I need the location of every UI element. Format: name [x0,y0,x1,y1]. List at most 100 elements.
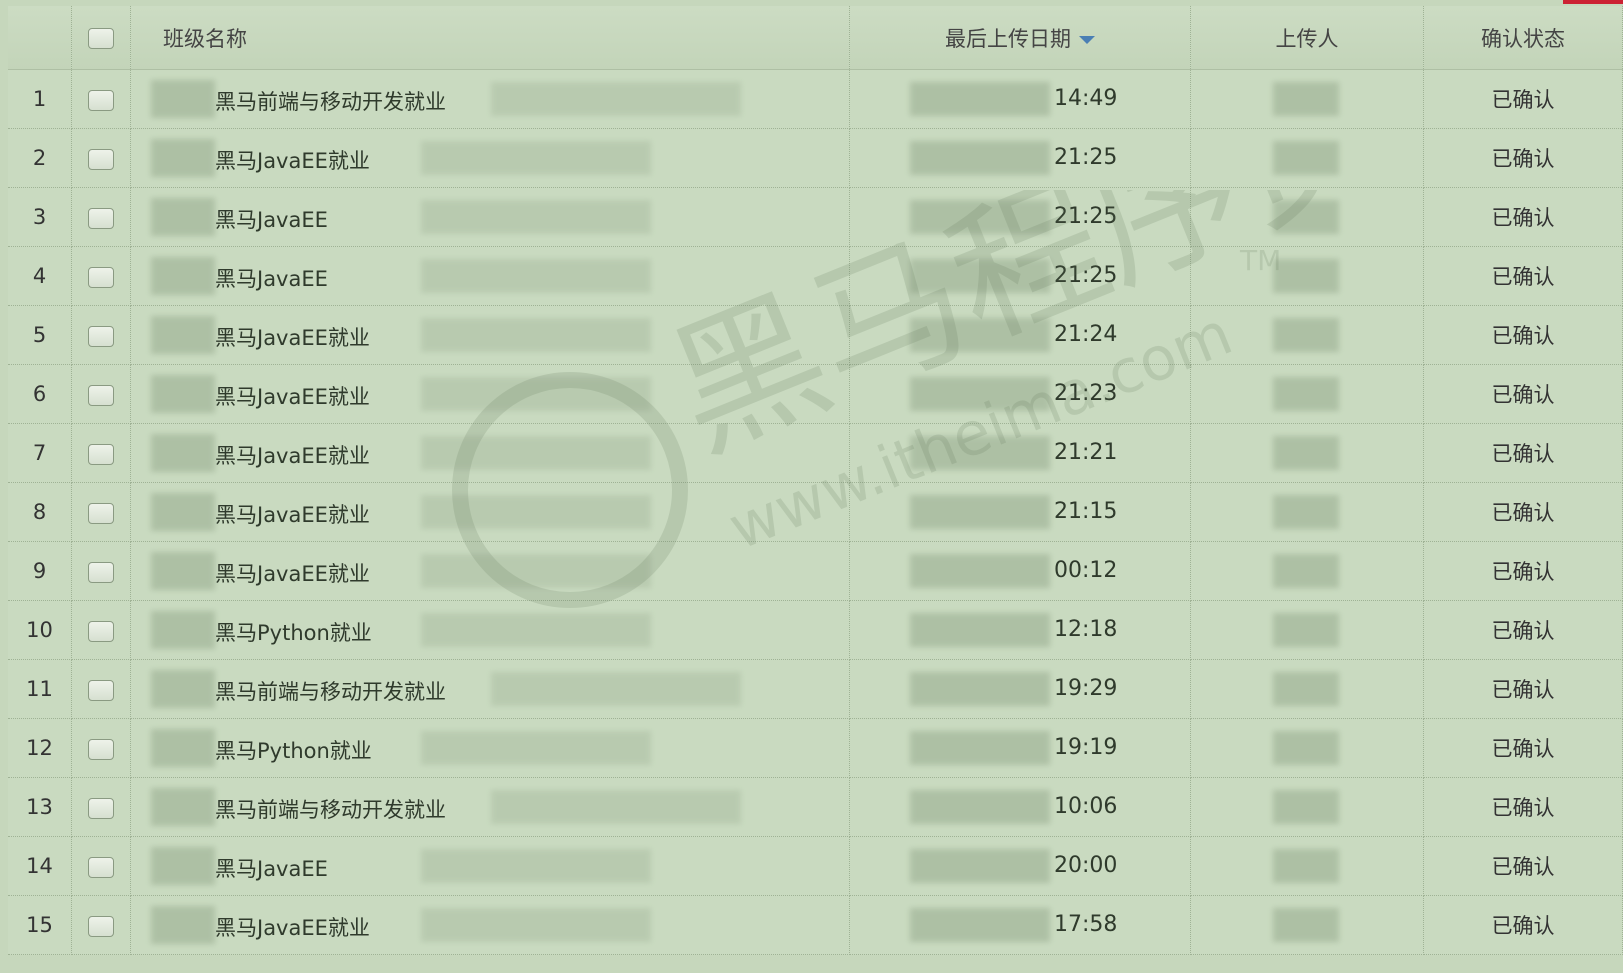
table-row[interactable]: 3 黑马JavaEE 21:25 已确认 [8,187,1623,247]
class-name-cell[interactable]: 黑马前端与移动开发就业 [130,777,850,837]
redacted-block [491,82,741,116]
row-checkbox[interactable] [88,207,114,229]
redacted-block [421,613,651,647]
row-checkbox[interactable] [88,679,114,701]
row-checkbox[interactable] [88,443,114,465]
upload-time-text: 19:19 [1054,735,1118,760]
class-name-text: 黑马JavaEE就业 [215,916,370,940]
row-checkbox[interactable] [88,738,114,760]
row-checkbox[interactable] [88,797,114,819]
row-checkbox[interactable] [88,384,114,406]
last-upload-date-cell: 21:25 [849,128,1191,188]
class-name-text: 黑马JavaEE [215,857,328,881]
row-number-text: 6 [32,382,47,406]
class-name-text: 黑马JavaEE就业 [215,562,370,586]
column-header-confirm-status[interactable]: 确认状态 [1423,6,1623,70]
table-row[interactable]: 12 黑马Python就业 19:19 已确认 [8,718,1623,778]
redacted-block [1273,436,1339,470]
class-name-cell[interactable]: 黑马JavaEE [130,187,850,247]
row-number: 13 [8,777,72,837]
confirm-status-cell: 已确认 [1423,541,1623,601]
redacted-block [1273,259,1339,293]
table-row[interactable]: 10 黑马Python就业 12:18 已确认 [8,600,1623,660]
class-name-cell[interactable]: 黑马JavaEE就业 [130,423,850,483]
table-row[interactable]: 14 黑马JavaEE 20:00 已确认 [8,836,1623,896]
row-number-text: 1 [32,87,47,111]
select-all-checkbox[interactable] [88,28,114,49]
redacted-block [910,495,1050,529]
redacted-block [1273,554,1339,588]
table-row[interactable]: 8 黑马JavaEE就业 21:15 已确认 [8,482,1623,542]
class-name-cell[interactable]: 黑马JavaEE就业 [130,895,850,955]
column-header-label: 班级名称 [163,26,247,51]
row-select-cell [71,895,131,955]
row-number: 7 [8,423,72,483]
row-checkbox[interactable] [88,325,114,347]
column-header-class-name[interactable]: 班级名称 [130,6,850,70]
uploader-cell [1190,128,1424,188]
redacted-block [910,790,1050,824]
last-upload-date-cell: 17:58 [849,895,1191,955]
table-row[interactable]: 5 黑马JavaEE就业 21:24 已确认 [8,305,1623,365]
redacted-block [1273,849,1339,883]
class-name-text: 黑马JavaEE就业 [215,444,370,468]
redacted-block [1273,318,1339,352]
row-checkbox[interactable] [88,266,114,288]
table-row[interactable]: 7 黑马JavaEE就业 21:21 已确认 [8,423,1623,483]
uploader-cell [1190,482,1424,542]
redacted-block [151,80,215,118]
table-row[interactable]: 6 黑马JavaEE就业 21:23 已确认 [8,364,1623,424]
class-name-cell[interactable]: 黑马前端与移动开发就业 [130,69,850,129]
row-number-text: 9 [32,559,47,583]
class-name-cell[interactable]: 黑马前端与移动开发就业 [130,659,850,719]
row-select-cell [71,305,131,365]
confirm-status-text: 已确认 [1491,324,1555,348]
redacted-block [151,198,215,236]
confirm-status-cell: 已确认 [1423,718,1623,778]
class-name-cell[interactable]: 黑马Python就业 [130,600,850,660]
row-checkbox[interactable] [88,502,114,524]
column-header-last-upload-date[interactable]: 最后上传日期 [849,6,1191,70]
row-number: 5 [8,305,72,365]
grid-body: 1 黑马前端与移动开发就业 14:49 已确认 2 黑马JavaEE就业 21:… [8,69,1623,955]
redacted-block [1273,495,1339,529]
class-name-cell[interactable]: 黑马Python就业 [130,718,850,778]
row-select-cell [71,836,131,896]
row-checkbox[interactable] [88,620,114,642]
redacted-block [910,672,1050,706]
row-checkbox[interactable] [88,148,114,170]
table-row[interactable]: 13 黑马前端与移动开发就业 10:06 已确认 [8,777,1623,837]
redacted-block [151,552,215,590]
row-number-text: 3 [32,205,47,229]
uploader-cell [1190,364,1424,424]
table-row[interactable]: 2 黑马JavaEE就业 21:25 已确认 [8,128,1623,188]
upload-time-text: 21:25 [1054,145,1118,170]
class-name-text: 黑马JavaEE [215,208,328,232]
class-name-cell[interactable]: 黑马JavaEE就业 [130,305,850,365]
uploader-cell [1190,600,1424,660]
row-checkbox[interactable] [88,561,114,583]
row-number-text: 7 [32,441,47,465]
row-checkbox[interactable] [88,89,114,111]
table-row[interactable]: 1 黑马前端与移动开发就业 14:49 已确认 [8,69,1623,129]
row-checkbox[interactable] [88,915,114,937]
row-number-header [8,6,72,70]
class-name-cell[interactable]: 黑马JavaEE [130,246,850,306]
table-row[interactable]: 15 黑马JavaEE就业 17:58 已确认 [8,895,1623,955]
row-checkbox[interactable] [88,856,114,878]
class-name-cell[interactable]: 黑马JavaEE [130,836,850,896]
class-name-cell[interactable]: 黑马JavaEE就业 [130,541,850,601]
table-row[interactable]: 4 黑马JavaEE 21:25 已确认 [8,246,1623,306]
row-select-cell [71,482,131,542]
table-row[interactable]: 11 黑马前端与移动开发就业 19:29 已确认 [8,659,1623,719]
class-name-cell[interactable]: 黑马JavaEE就业 [130,482,850,542]
column-header-uploader[interactable]: 上传人 [1190,6,1424,70]
class-name-cell[interactable]: 黑马JavaEE就业 [130,128,850,188]
redacted-block [421,141,651,175]
table-row[interactable]: 9 黑马JavaEE就业 00:12 已确认 [8,541,1623,601]
redacted-block [1273,141,1339,175]
confirm-status-text: 已确认 [1491,88,1555,112]
class-name-cell[interactable]: 黑马JavaEE就业 [130,364,850,424]
redacted-block [910,613,1050,647]
redacted-block [421,377,651,411]
